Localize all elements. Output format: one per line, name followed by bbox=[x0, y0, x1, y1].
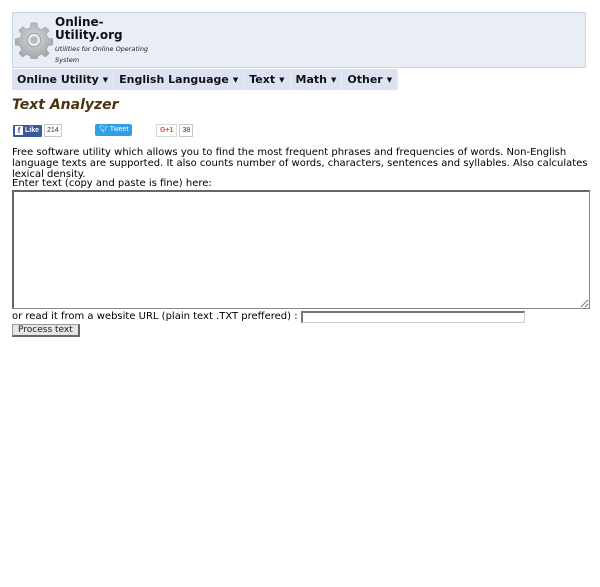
caret-down-icon: ▼ bbox=[232, 76, 239, 84]
caret-down-icon: ▼ bbox=[279, 76, 285, 84]
caret-down-icon: ▼ bbox=[102, 76, 109, 84]
text-input[interactable] bbox=[12, 190, 590, 309]
caret-down-icon: ▼ bbox=[386, 76, 393, 84]
site-name[interactable]: Online- Utility.org bbox=[55, 16, 123, 42]
twitter-bird-icon: 🐦︎ bbox=[99, 126, 108, 133]
google-plus-count: 38 bbox=[179, 124, 194, 137]
facebook-like-widget: f Like 214 bbox=[13, 124, 62, 137]
nav-item-text[interactable]: Text ▼ bbox=[244, 69, 291, 90]
google-plus-widget: G+1 38 bbox=[156, 124, 194, 137]
caret-down-icon: ▼ bbox=[330, 76, 337, 84]
tweet-button[interactable]: 🐦︎ Tweet bbox=[95, 124, 133, 136]
url-input[interactable] bbox=[300, 311, 525, 323]
process-text-button[interactable]: Process text bbox=[12, 324, 80, 337]
facebook-like-count: 214 bbox=[44, 124, 62, 137]
nav-item-english-language[interactable]: English Language ▼ bbox=[114, 69, 245, 90]
facebook-icon: f bbox=[15, 126, 23, 135]
google-plus-button[interactable]: G+1 bbox=[156, 124, 178, 137]
site-tagline: Utilities for Online Operating System bbox=[55, 45, 149, 64]
gear-icon[interactable] bbox=[15, 21, 53, 59]
site-header: Online- Utility.org Utilities for Online… bbox=[12, 12, 586, 68]
nav-item-other[interactable]: Other ▼ bbox=[342, 69, 399, 90]
facebook-like-button[interactable]: f Like bbox=[13, 124, 43, 137]
nav-item-online-utility[interactable]: Online Utility ▼ bbox=[12, 69, 115, 90]
nav-item-math[interactable]: Math ▼ bbox=[291, 69, 343, 90]
main-nav: Online Utility ▼ English Language ▼ Text ▼ … bbox=[12, 69, 399, 90]
page-title: Text Analyzer bbox=[12, 97, 119, 113]
url-input-label: or read it from a website URL (plain tex… bbox=[12, 311, 298, 322]
page-description: Free software utility which allows you t… bbox=[12, 147, 588, 180]
url-row: or read it from a website URL (plain tex… bbox=[12, 311, 525, 323]
text-input-label: Enter text (copy and paste is fine) here… bbox=[12, 178, 212, 189]
